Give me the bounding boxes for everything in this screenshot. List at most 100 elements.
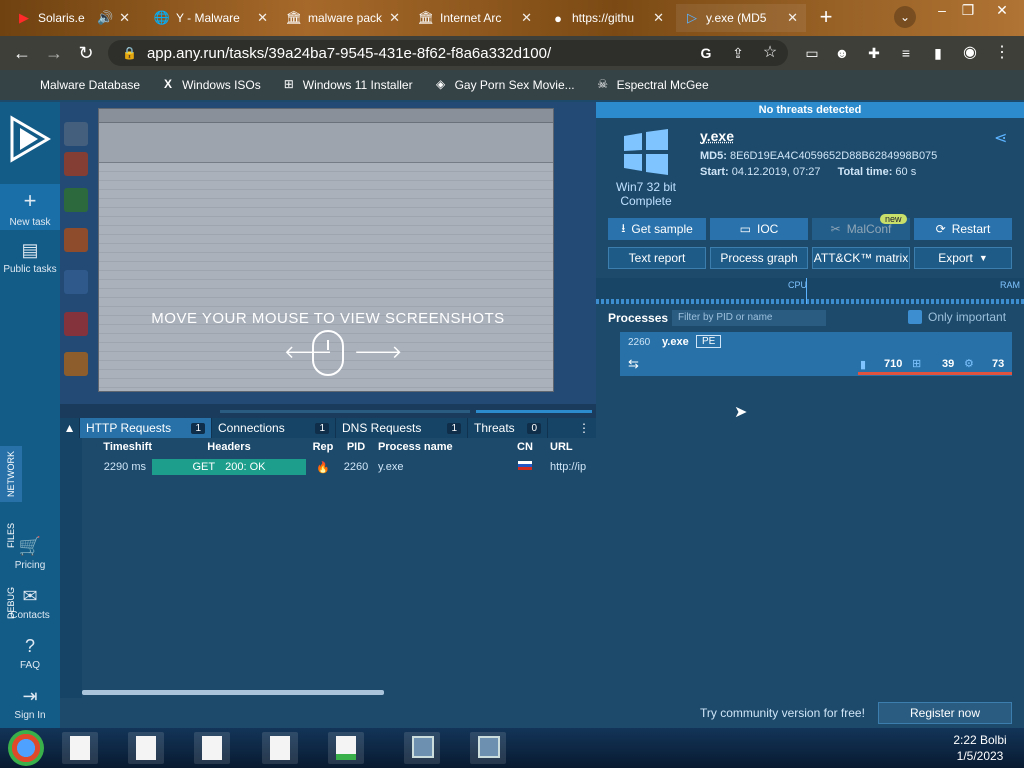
chrome-taskbar-icon[interactable]: [8, 730, 44, 766]
tab-network[interactable]: NETWORK: [0, 446, 22, 502]
extension-avatar-icon[interactable]: ☻: [830, 41, 854, 65]
bookmark-item[interactable]: ◈ Gay Porn Sex Movie...: [433, 77, 575, 93]
side-panel-icon[interactable]: ▮: [926, 41, 950, 65]
close-icon[interactable]: ✕: [521, 10, 532, 26]
tab-debug[interactable]: DEBUG: [0, 578, 22, 628]
bookmark-label: Windows 11 Installer: [302, 78, 413, 92]
browser-tab[interactable]: 🏛 Internet Arc ✕: [410, 4, 540, 32]
ioc-button[interactable]: ▭ IOC: [710, 218, 808, 240]
clock-time: 2:22 Bolbi: [953, 733, 1007, 747]
new-badge: new: [880, 214, 907, 224]
sidebar-item-label: Sign In: [14, 710, 46, 721]
close-icon[interactable]: ✕: [389, 10, 400, 26]
row-url[interactable]: http://ip.: [546, 461, 586, 473]
attck-matrix-button[interactable]: ATT&CK™ matrix: [812, 247, 910, 269]
process-filter-input[interactable]: Filter by PID or name: [672, 310, 826, 326]
button-label: Get sample: [631, 222, 693, 236]
taskbar-window[interactable]: [128, 732, 164, 764]
menu-kebab-icon[interactable]: ⋮: [990, 41, 1014, 65]
register-button[interactable]: Register now: [878, 702, 1012, 724]
media-control-icon[interactable]: ≡: [894, 41, 918, 65]
site-icon: ◈: [435, 77, 446, 91]
arrow-right-icon[interactable]: 🡒: [354, 342, 402, 363]
horizontal-scrollbar[interactable]: [82, 690, 384, 695]
sample-filename[interactable]: y.exe: [700, 128, 734, 144]
browser-tab[interactable]: 🏛 malware pack ✕: [278, 4, 408, 32]
tab-search-button[interactable]: ⌄: [894, 6, 916, 28]
taskbar-window[interactable]: [194, 732, 230, 764]
share-icon[interactable]: ⋖: [994, 128, 1007, 148]
sidebar-item-public-tasks[interactable]: ▤ Public tasks: [0, 240, 60, 275]
bookmark-item[interactable]: X Windows ISOs: [160, 77, 261, 93]
screenshot-timeline[interactable]: [60, 404, 596, 418]
tab-label: https://githu: [572, 11, 635, 25]
close-icon[interactable]: ✕: [653, 10, 664, 26]
taskbar-window[interactable]: [262, 732, 298, 764]
extensions-puzzle-icon[interactable]: ✚: [862, 41, 886, 65]
tab-threats[interactable]: Threats 0: [468, 418, 548, 438]
minimize-button[interactable]: –: [930, 2, 954, 22]
tab-label: Threats: [474, 421, 515, 435]
taskbar-window[interactable]: [62, 732, 98, 764]
tab-files[interactable]: FILES: [0, 512, 22, 558]
bookmark-item[interactable]: ⊞ Windows 11 Installer: [281, 77, 413, 93]
tab-dns-requests[interactable]: DNS Requests 1: [336, 418, 468, 438]
taskbar-clock[interactable]: 2:22 Bolbi 1/5/2023: [940, 732, 1020, 764]
row-headers-badge[interactable]: GET 200: OK: [152, 459, 306, 475]
sidebar-item-faq[interactable]: ? FAQ: [0, 636, 60, 671]
browser-tab[interactable]: ▶ Solaris.e 🔊 ✕: [8, 4, 138, 32]
taskbar-window[interactable]: [328, 732, 364, 764]
get-sample-button[interactable]: ⭳ Get sample: [608, 218, 706, 240]
bookmark-item[interactable]: Malware Database: [18, 77, 140, 93]
restart-button[interactable]: ⟳ Restart: [914, 218, 1012, 240]
start-line: Start: 04.12.2019, 07:27 Total time: 60 …: [700, 166, 916, 178]
sidebar-item-sign-in[interactable]: ⇥ Sign In: [0, 686, 60, 721]
os-name: Win7 32 bit: [615, 180, 677, 194]
forward-button[interactable]: →: [42, 41, 66, 65]
profile-icon[interactable]: ◉: [958, 41, 982, 65]
md5-line: MD5: 8E6D19EA4C4059652D88B6284998B075: [700, 150, 937, 162]
reload-button[interactable]: ↻: [74, 41, 98, 65]
new-tab-button[interactable]: +: [814, 6, 838, 30]
address-bar[interactable]: 🔒 app.any.run/tasks/39a24ba7-9545-431e-8…: [108, 40, 788, 66]
google-icon[interactable]: G: [694, 41, 718, 65]
browser-tab[interactable]: 🌐 Y - Malware ✕: [146, 4, 276, 32]
process-graph-button[interactable]: Process graph: [710, 247, 808, 269]
sidebar-item-new-task[interactable]: + New task: [0, 184, 60, 230]
verdict-banner: No threats detected: [596, 102, 1024, 118]
tab-http-requests[interactable]: HTTP Requests 1: [80, 418, 212, 438]
col-process-name: Process name: [378, 441, 453, 453]
http-table-header: Timeshift Headers Rep PID Process name C…: [82, 438, 596, 456]
close-icon[interactable]: ✕: [119, 10, 130, 26]
share-icon[interactable]: ⇪: [726, 41, 750, 65]
export-dropdown[interactable]: Export ▼: [914, 247, 1012, 269]
only-important-toggle[interactable]: Only important: [908, 310, 1006, 324]
close-window-button[interactable]: ✕: [990, 2, 1014, 22]
modules-icon: ⚙: [964, 358, 974, 370]
table-row[interactable]: 2290 ms GET 200: OK 🔥 2260 y.exe http://…: [82, 458, 596, 476]
back-button[interactable]: ←: [10, 41, 34, 65]
file-activity-icon: ▮: [860, 359, 867, 371]
text-report-button[interactable]: Text report: [608, 247, 706, 269]
bookmark-item[interactable]: ☠ Espectral McGee: [595, 77, 708, 93]
browser-tab[interactable]: ● https://githu ✕: [542, 4, 672, 32]
checkbox-icon[interactable]: [908, 310, 922, 324]
close-icon[interactable]: ✕: [787, 10, 798, 26]
taskbar-window[interactable]: [470, 732, 506, 764]
button-label: MalConf: [846, 222, 892, 236]
close-icon[interactable]: ✕: [257, 10, 268, 26]
tab-connections[interactable]: Connections 1: [212, 418, 336, 438]
restore-button[interactable]: ❐: [956, 2, 980, 22]
anyrun-logo[interactable]: [8, 112, 52, 166]
collapse-panel-button[interactable]: ▲: [60, 418, 80, 438]
audio-icon[interactable]: 🔊: [97, 10, 113, 26]
processes-title: Processes: [608, 311, 669, 325]
browser-tab-active[interactable]: ▷ y.exe (MD5 ✕: [676, 4, 806, 32]
bookmark-star-icon[interactable]: ☆: [758, 41, 782, 65]
panel-menu-icon[interactable]: ⋮: [548, 418, 596, 438]
start-label: Start:: [700, 166, 729, 178]
cpu-label: CPU: [788, 280, 808, 290]
taskbar-window[interactable]: [404, 732, 440, 764]
extension-flag-icon[interactable]: ▭: [800, 41, 824, 65]
process-item[interactable]: 2260 y.exe PE ⇆ ▮ 710 ⊞ 39 ⚙ 73: [620, 332, 1012, 376]
